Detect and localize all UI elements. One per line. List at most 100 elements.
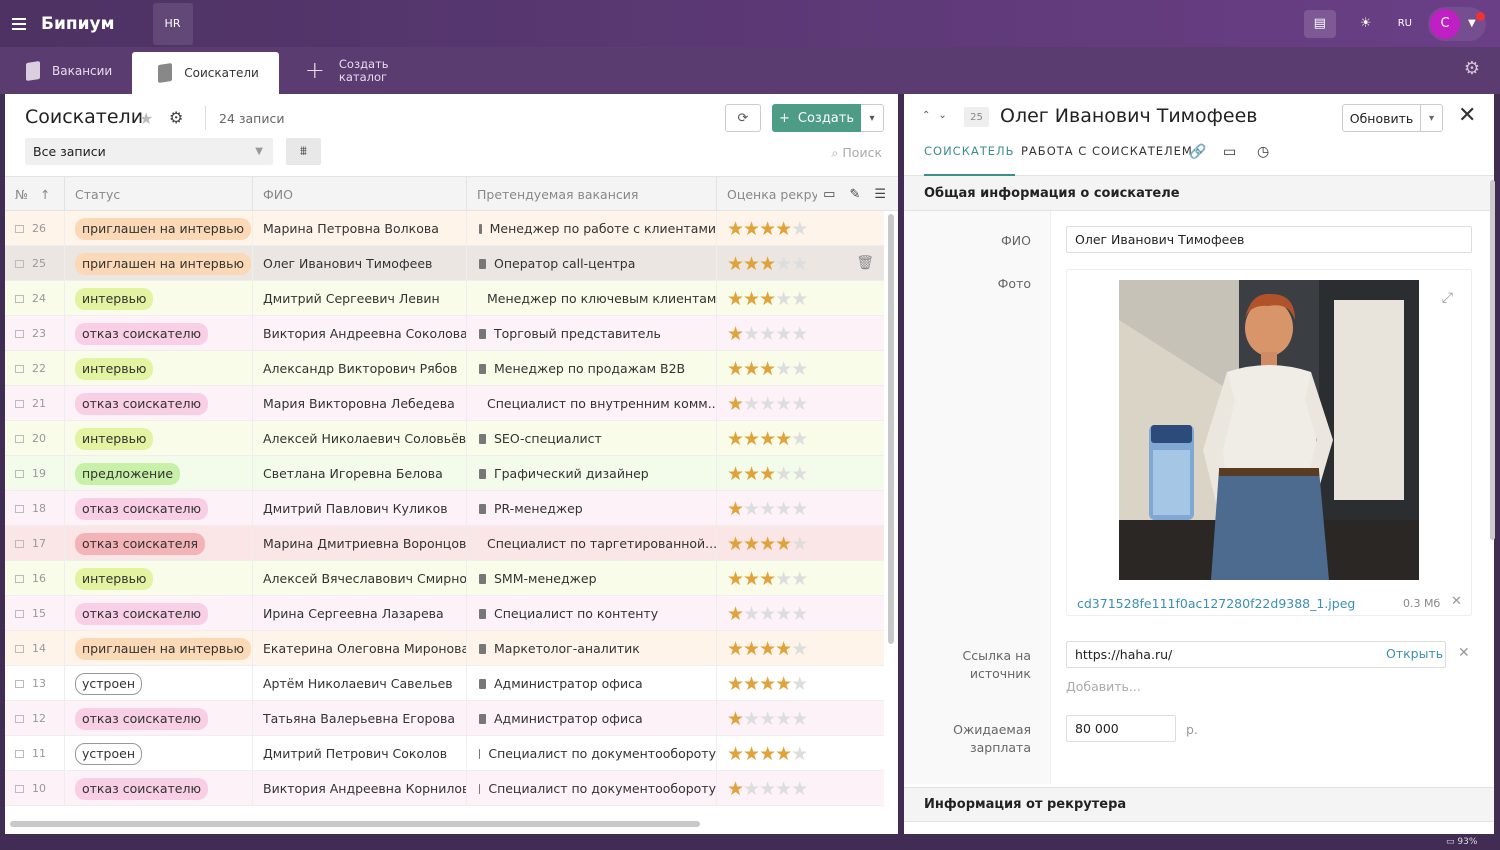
clear-url-icon[interactable]: ✕	[1458, 645, 1470, 661]
fio-cell[interactable]: Екатерина Олеговна Миронова	[253, 631, 467, 666]
vacancy-cell[interactable]: SMM-менеджер	[467, 561, 717, 596]
app-logo[interactable]: Бипиум	[41, 14, 115, 34]
row-icon[interactable]	[15, 329, 24, 338]
column-fio[interactable]: ФИО	[253, 177, 467, 212]
language-switch[interactable]: RU	[1398, 18, 1412, 29]
table-row[interactable]: 22 интервью Александр Викторович Рябов Мене…	[5, 351, 884, 386]
status-cell[interactable]: приглашен на интервью	[65, 631, 253, 666]
settings-gear-icon[interactable]: ⚙	[1464, 58, 1480, 79]
table-row[interactable]: 14 приглашен на интервью Екатерина Олеговн…	[5, 631, 884, 666]
table-row[interactable]: 18 отказ соискателю Дмитрий Павлович Кулик…	[5, 491, 884, 526]
rating-cell[interactable]: ★★★★★	[717, 386, 884, 421]
table-row[interactable]: 13 устроен Артём Николаевич Савельев Админи…	[5, 666, 884, 701]
chat-button[interactable]: ▤	[1303, 9, 1336, 38]
column-rating[interactable]: Оценка рекру	[717, 177, 817, 212]
status-cell[interactable]: интервью	[65, 421, 253, 456]
table-row[interactable]: 23 отказ соискателю Виктория Андреевна Сок…	[5, 316, 884, 351]
row-icon[interactable]	[15, 434, 24, 443]
vacancy-cell[interactable]: Менеджер по продажам B2B	[467, 351, 717, 386]
workspace-button[interactable]: HR	[152, 2, 193, 45]
row-icon[interactable]	[15, 504, 24, 513]
row-icon[interactable]	[15, 294, 24, 303]
record-nav[interactable]: ⌃⌄	[922, 110, 955, 121]
favorite-star-icon[interactable]: ★	[139, 109, 153, 128]
status-cell[interactable]: интервью	[65, 561, 253, 596]
rating-cell[interactable]: ★★★★★	[717, 561, 884, 596]
row-icon[interactable]	[15, 574, 24, 583]
table-row[interactable]: 21 отказ соискателю Мария Викторовна Лебед…	[5, 386, 884, 421]
row-icon[interactable]	[15, 749, 24, 758]
candidate-photo[interactable]	[1119, 280, 1419, 580]
status-cell[interactable]: отказ соискателю	[65, 596, 253, 631]
row-icon[interactable]	[15, 679, 24, 688]
search-input[interactable]: ⌕ Поиск	[831, 145, 882, 161]
fio-cell[interactable]: Алексей Вячеславович Смирнов	[253, 561, 467, 596]
fio-cell[interactable]: Александр Викторович Рябов	[253, 351, 467, 386]
status-cell[interactable]: устроен	[65, 736, 253, 771]
fio-field[interactable]: Олег Иванович Тимофеев	[1066, 226, 1472, 253]
edit-icon[interactable]: ✎	[849, 187, 860, 202]
add-link[interactable]: Добавить...	[1066, 679, 1141, 694]
row-icon[interactable]	[15, 714, 24, 723]
vacancy-cell[interactable]: Специалист по таргетированной...	[467, 526, 717, 561]
rating-cell[interactable]: ★★★★★	[717, 631, 884, 666]
rating-cell[interactable]: ★★★★★	[717, 526, 884, 561]
row-icon[interactable]	[15, 644, 24, 653]
update-button[interactable]: Обновить	[1342, 104, 1421, 132]
rating-cell[interactable]: ★★★★★	[717, 596, 884, 631]
vacancy-cell[interactable]: Специалист по документообороту	[467, 771, 717, 806]
open-link[interactable]: Открыть	[1386, 646, 1443, 661]
status-cell[interactable]: отказ соискателю	[65, 491, 253, 526]
vacancy-cell[interactable]: SEO-специалист	[467, 421, 717, 456]
rating-cell[interactable]: ★★★★★	[717, 351, 884, 386]
fio-cell[interactable]: Ирина Сергеевна Лазарева	[253, 596, 467, 631]
column-number[interactable]: № ↑	[5, 177, 65, 212]
tab-candidate[interactable]: СОИСКАТЕЛЬ	[924, 144, 1015, 176]
salary-field[interactable]: 80 000	[1066, 715, 1176, 742]
status-cell[interactable]: приглашен на интервью	[65, 211, 253, 246]
theme-button[interactable]: ☀	[1350, 10, 1382, 38]
photo-file-link[interactable]: cd371528fe111f0ac127280f22d9388_1.jpeg	[1077, 596, 1355, 611]
create-button[interactable]: + Создать	[772, 104, 861, 132]
fio-cell[interactable]: Светлана Игоревна Белова	[253, 456, 467, 491]
table-row[interactable]: 20 интервью Алексей Николаевич Соловьёв SEO…	[5, 421, 884, 456]
table-row[interactable]: 10 отказ соискателю Виктория Андреевна Кор…	[5, 771, 884, 806]
vertical-scrollbar[interactable]	[888, 214, 894, 644]
rating-cell[interactable]: ★★★★★	[717, 736, 884, 771]
section-recruiter-info[interactable]: Информация от рекрутера	[904, 787, 1494, 822]
vacancy-cell[interactable]: Графический дизайнер	[467, 456, 717, 491]
rating-cell[interactable]: ★★★★★	[717, 666, 884, 701]
status-cell[interactable]: предложение	[65, 456, 253, 491]
fio-cell[interactable]: Олег Иванович Тимофеев	[253, 246, 467, 281]
status-cell[interactable]: отказ соискателю	[65, 701, 253, 736]
status-cell[interactable]: отказ соискателя	[65, 526, 253, 561]
section-general-info[interactable]: Общая информация о соискателе	[904, 176, 1494, 211]
row-icon[interactable]	[15, 539, 24, 548]
remove-photo-icon[interactable]: ✕	[1451, 594, 1462, 609]
comment-icon[interactable]: ▭	[823, 187, 835, 202]
chevron-up-icon[interactable]: ⌃	[922, 110, 938, 121]
fio-cell[interactable]: Марина Петровна Волкова	[253, 211, 467, 246]
status-cell[interactable]: интервью	[65, 281, 253, 316]
list-settings-icon[interactable]: ⚙	[169, 108, 183, 127]
vacancy-cell[interactable]: Менеджер по работе с клиентами	[467, 211, 717, 246]
fio-cell[interactable]: Дмитрий Петрович Соколов	[253, 736, 467, 771]
status-cell[interactable]: устроен	[65, 666, 253, 701]
close-icon[interactable]: ✕	[1458, 103, 1476, 128]
status-cell[interactable]: отказ соискателю	[65, 386, 253, 421]
rating-cell[interactable]: ★★★★★	[717, 281, 884, 316]
row-icon[interactable]	[15, 609, 24, 618]
fio-cell[interactable]: Дмитрий Сергеевич Левин	[253, 281, 467, 316]
row-icon[interactable]	[15, 399, 24, 408]
row-icon[interactable]	[15, 784, 24, 793]
fio-cell[interactable]: Мария Викторовна Лебедева	[253, 386, 467, 421]
table-row[interactable]: 24 интервью Дмитрий Сергеевич Левин Менедже…	[5, 281, 884, 316]
create-catalog-button[interactable]: + Создать каталог	[279, 47, 409, 94]
create-dropdown-button[interactable]: ▾	[861, 104, 884, 132]
link-icon[interactable]: 🔗	[1189, 144, 1206, 160]
fio-cell[interactable]: Татьяна Валерьевна Егорова	[253, 701, 467, 736]
filter-select[interactable]: Все записи ▼	[25, 138, 273, 165]
rating-cell[interactable]: ★★★★★	[717, 491, 884, 526]
vacancy-cell[interactable]: PR-менеджер	[467, 491, 717, 526]
status-cell[interactable]: интервью	[65, 351, 253, 386]
